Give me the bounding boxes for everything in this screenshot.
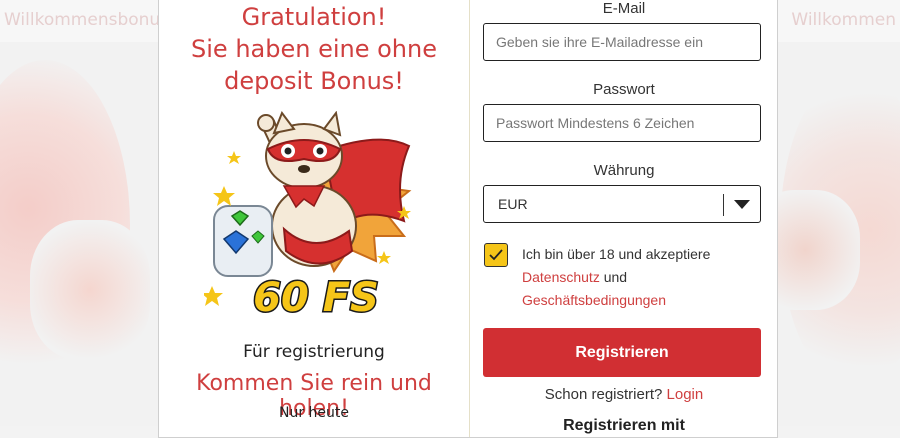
login-prompt: Schon registriert? Login (470, 386, 778, 403)
terms-text-block: Ich bin über 18 und akzeptiere Datenschu… (522, 243, 762, 312)
register-with-heading: Registrieren mit (563, 417, 685, 434)
promo-panel: Gratulation! Sie haben eine ohne deposit… (159, 0, 469, 437)
terms-link[interactable]: Geschäftsbedingungen (522, 292, 666, 308)
currency-value: EUR (498, 196, 528, 212)
select-separator (723, 194, 724, 216)
login-link[interactable]: Login (667, 386, 704, 403)
promo-headline-line-3: deposit Bonus! (224, 67, 404, 95)
currency-select[interactable]: EUR (483, 185, 761, 223)
register-button[interactable]: Registrieren (483, 328, 761, 377)
background-decoration-left (30, 220, 150, 360)
email-label: E-Mail (602, 0, 646, 17)
background-right-text: Willkommen (791, 10, 896, 30)
email-field[interactable] (483, 23, 761, 61)
password-label: Passwort (593, 81, 655, 98)
promo-note: Nur heute (278, 405, 349, 421)
star-decoration (213, 186, 235, 206)
badge-60fs: 60 FS (253, 275, 379, 321)
terms-checkbox[interactable] (484, 243, 508, 267)
and-text: und (603, 269, 628, 285)
promo-headline-line-1: Gratulation! (241, 3, 387, 31)
password-field[interactable] (483, 104, 761, 142)
currency-label: Währung (593, 162, 655, 179)
registration-form: E-Mail Passwort Währung EUR Ich bin über… (470, 0, 778, 437)
promo-subtitle: Für registrierung (243, 342, 385, 362)
mascot-illustration: 60 FS (204, 111, 412, 323)
background-left-text: Willkommensbonus (4, 10, 170, 30)
terms-text: Ich bin über 18 und akzeptiere (522, 246, 711, 262)
checkmark-icon (489, 249, 503, 261)
privacy-link[interactable]: Datenschutz (522, 269, 600, 285)
promo-headline-line-2: Sie haben eine ohne (191, 35, 437, 63)
registration-modal: Gratulation! Sie haben eine ohne deposit… (158, 0, 778, 438)
chevron-down-icon[interactable] (734, 200, 750, 209)
already-registered-text: Schon registriert? (544, 386, 663, 403)
